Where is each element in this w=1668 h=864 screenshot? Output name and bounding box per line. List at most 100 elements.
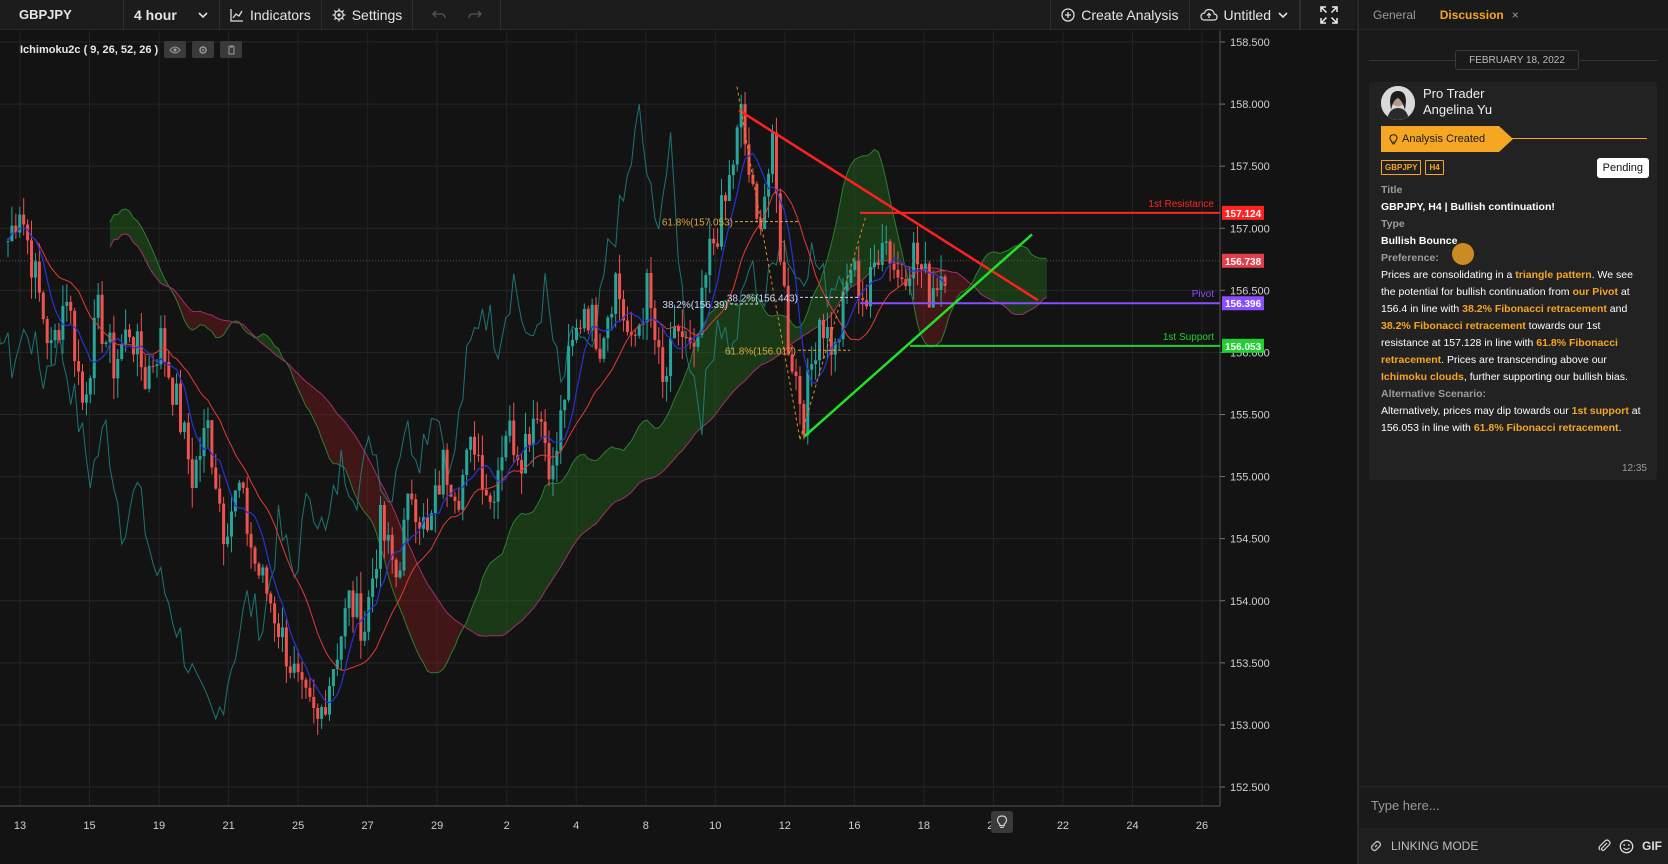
ichimoku-cloud-segment	[443, 607, 448, 669]
candle-body	[186, 422, 190, 460]
linking-mode-toggle[interactable]: LINKING MODE	[1369, 839, 1589, 853]
plus-circle-icon	[1061, 7, 1075, 22]
ichimoku-cloud-segment	[643, 420, 648, 481]
candle-body	[308, 687, 312, 697]
y-tick-label: 152.500	[1230, 782, 1270, 794]
candle-body	[371, 578, 375, 598]
fullscreen-button[interactable]	[1300, 0, 1356, 30]
ichimoku-cloud-segment	[686, 362, 691, 446]
highlight-link[interactable]: triangle pattern	[1515, 269, 1591, 281]
price-chart[interactable]: 158.500 158.000 157.500 157.000 156.500 156.0…	[0, 31, 1356, 864]
ichimoku-cloud-segment	[709, 310, 714, 421]
price-level-label: 1st Support	[1163, 332, 1214, 343]
candle-body	[73, 310, 77, 362]
fib-level-label: 38.2%(156.39)	[662, 300, 728, 311]
candle-body	[633, 334, 637, 336]
candle-body	[312, 696, 316, 708]
candle-body	[861, 298, 865, 301]
candle-body	[692, 343, 696, 347]
interval-selector[interactable]: 4 hour	[124, 0, 220, 30]
ichimoku-cloud-segment	[682, 372, 687, 451]
candle-body	[92, 317, 96, 379]
redo-icon[interactable]	[468, 9, 482, 21]
preference-label: Preference:	[1381, 252, 1439, 264]
candle-body	[539, 419, 543, 422]
highlight-link[interactable]: 1st support	[1572, 405, 1629, 417]
create-analysis-button[interactable]: Create Analysis	[1050, 0, 1190, 30]
candle-body	[339, 636, 343, 660]
candle-body	[672, 326, 676, 339]
close-icon[interactable]: ×	[1512, 8, 1519, 22]
highlight-link[interactable]: 61.8% Fibonacci retracement	[1474, 422, 1619, 434]
highlight-link[interactable]: our Pivot	[1572, 286, 1618, 298]
candle-body	[229, 511, 233, 537]
avatar[interactable]	[1381, 86, 1415, 120]
ichimoku-cloud-segment	[623, 445, 628, 499]
ichimoku-cloud-segment	[215, 317, 220, 338]
undo-icon[interactable]	[431, 9, 446, 21]
ichimoku-cloud-segment	[113, 214, 118, 240]
candle-body	[214, 467, 218, 489]
y-tick-label: 155.000	[1230, 472, 1270, 484]
price-tag-label: 156.396	[1225, 299, 1262, 310]
candle-body	[684, 336, 688, 338]
panel-footer: LINKING MODE GIF	[1359, 828, 1668, 864]
paperclip-icon[interactable]	[1597, 839, 1611, 853]
emoji-icon[interactable]	[1619, 839, 1634, 854]
gif-button[interactable]: GIF	[1642, 839, 1662, 853]
candle-body	[943, 276, 947, 286]
fib-level-label: 61.8%(156.017)	[725, 346, 796, 357]
symbol-selector[interactable]: GBPJPY	[0, 0, 124, 30]
candle-body	[484, 489, 488, 496]
ichimoku-cloud-segment	[552, 483, 557, 579]
ichimoku-cloud-segment	[431, 589, 436, 673]
candle-body	[610, 313, 614, 318]
author-name[interactable]: Pro Trader Angelina Yu	[1423, 86, 1492, 118]
ichimoku-cloud-segment	[639, 421, 644, 484]
tab-discussion-label: Discussion	[1439, 7, 1504, 22]
candle-body	[571, 339, 575, 347]
ichimoku-cloud-segment	[219, 319, 224, 338]
trash-icon[interactable]	[220, 41, 243, 58]
tab-discussion[interactable]: Discussion ×	[1440, 8, 1519, 22]
layout-selector[interactable]: Untitled	[1190, 0, 1300, 30]
analysis-tags: GBPJPY H4	[1381, 160, 1444, 175]
highlight-link[interactable]: Ichimoku clouds	[1381, 371, 1464, 383]
candle-body	[900, 277, 904, 280]
chart-toolbar: GBPJPY 4 hour Indicators Settings Create…	[0, 0, 1356, 30]
candle-body	[512, 420, 516, 456]
candle-body	[410, 493, 414, 500]
candle-body	[241, 482, 245, 488]
candle-body	[441, 449, 445, 495]
tab-general[interactable]: General	[1373, 8, 1416, 22]
eye-icon[interactable]	[164, 41, 187, 58]
candle-body	[716, 243, 720, 247]
candle-body	[845, 282, 849, 292]
message-input[interactable]	[1371, 798, 1658, 813]
idea-button[interactable]	[991, 811, 1013, 833]
ichimoku-cloud-segment	[592, 460, 597, 527]
status-row: Analysis Created	[1381, 126, 1647, 152]
indicators-button[interactable]: Indicators	[220, 0, 322, 30]
indicators-label: Indicators	[250, 6, 311, 23]
highlight-link[interactable]: 38.2% Fibonacci retracement	[1462, 303, 1607, 315]
candle-body	[504, 435, 508, 458]
ichimoku-cloud-segment	[541, 486, 546, 598]
candle-body	[543, 421, 547, 444]
text-segment: and	[1606, 303, 1628, 315]
highlight-link[interactable]: 38.2% Fibonacci retracement	[1381, 320, 1526, 332]
gear-icon[interactable]	[192, 41, 215, 58]
settings-button[interactable]: Settings	[322, 0, 414, 30]
ichimoku-cloud-segment	[521, 513, 526, 621]
ichimoku-cloud-segment	[694, 335, 699, 436]
chart-area[interactable]: 158.500 158.000 157.500 157.000 156.500 156.0…	[0, 31, 1356, 864]
candle-body	[935, 288, 939, 290]
y-tick-label: 154.500	[1230, 534, 1270, 546]
candle-body	[712, 238, 716, 244]
candle-body	[825, 326, 829, 339]
ichimoku-cloud-segment	[992, 252, 996, 302]
candle-body	[284, 627, 288, 667]
ichimoku-cloud-segment	[670, 399, 675, 464]
candle-body	[645, 272, 649, 323]
ichimoku-cloud-segment	[501, 543, 506, 636]
